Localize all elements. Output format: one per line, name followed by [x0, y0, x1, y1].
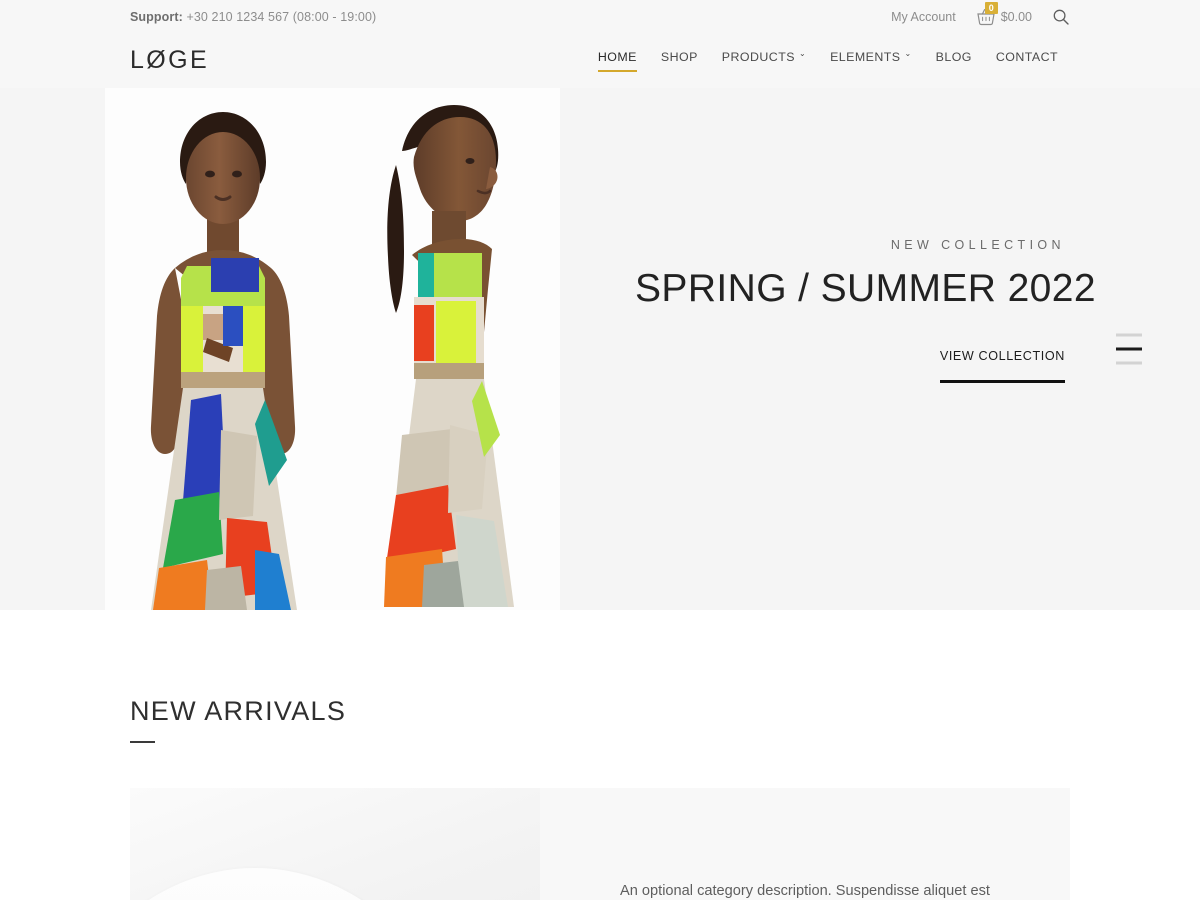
main-navigation: HOME SHOP PRODUCTS ⌄ ELEMENTS ⌄ BLOG CON… [586, 44, 1070, 77]
search-toggle-button[interactable] [1052, 8, 1070, 26]
hero-title: SPRING / SUMMER 2022 [635, 267, 1096, 310]
nav-label: CONTACT [995, 50, 1058, 64]
hero-eyebrow: NEW COLLECTION [890, 238, 1065, 252]
slider-pagination [1116, 333, 1142, 365]
slider-dot-2[interactable] [1116, 347, 1142, 351]
category-image[interactable] [130, 788, 540, 900]
cart-count-badge: 0 [984, 1, 998, 14]
hero-slider: NEW COLLECTION SPRING / SUMMER 2022 VIEW… [0, 88, 1200, 610]
cart-link[interactable]: 0 $0.00 [976, 1, 1032, 26]
top-bar-actions: My Account 0 $0.00 [891, 1, 1070, 26]
category-description: An optional category description. Suspen… [620, 883, 990, 899]
nav-item-elements[interactable]: ELEMENTS ⌄ [818, 44, 924, 77]
nav-label: ELEMENTS [830, 50, 901, 64]
slider-dot-1[interactable] [1116, 333, 1142, 337]
nav-label: PRODUCTS [721, 50, 795, 64]
search-icon [1052, 9, 1070, 29]
my-account-link[interactable]: My Account [891, 10, 956, 24]
section-title-rule [130, 741, 155, 743]
slider-dot-3[interactable] [1116, 361, 1142, 365]
support-info: Support: +30 210 1234 567 (08:00 - 19:00… [130, 10, 376, 24]
top-bar-inner: Support: +30 210 1234 567 (08:00 - 19:00… [130, 0, 1070, 33]
nav-item-products[interactable]: PRODUCTS ⌄ [710, 44, 818, 77]
nav-label: SHOP [660, 50, 698, 64]
site-logo[interactable]: LØGE [130, 48, 209, 73]
chevron-down-icon: ⌄ [904, 49, 912, 58]
site-header: LØGE HOME SHOP PRODUCTS ⌄ ELEMENTS ⌄ BLO… [0, 33, 1200, 88]
shopping-basket-icon: 0 [976, 1, 998, 26]
model-front-illustration [150, 112, 297, 610]
category-row: An optional category description. Suspen… [130, 788, 1070, 900]
view-collection-button[interactable]: VIEW COLLECTION [939, 349, 1065, 383]
category-body: An optional category description. Suspen… [540, 788, 1070, 900]
hero-text-block: NEW COLLECTION SPRING / SUMMER 2022 VIEW… [635, 238, 1096, 383]
support-phone: +30 210 1234 567 (08:00 - 19:00) [182, 9, 377, 24]
nav-item-shop[interactable]: SHOP [649, 44, 710, 77]
hero-models-image [105, 88, 560, 610]
support-label: Support: [130, 9, 183, 24]
site-header-inner: LØGE HOME SHOP PRODUCTS ⌄ ELEMENTS ⌄ BLO… [130, 44, 1070, 77]
chevron-down-icon: ⌄ [798, 49, 807, 58]
nav-label: HOME [597, 50, 637, 64]
nav-label: BLOG [935, 50, 972, 64]
new-arrivals-inner: NEW ARRIVALS An optional category descri… [130, 698, 1070, 900]
nav-item-home[interactable]: HOME [586, 44, 649, 77]
nav-item-contact[interactable]: CONTACT [984, 44, 1070, 77]
top-bar: Support: +30 210 1234 567 (08:00 - 19:00… [0, 0, 1200, 33]
cart-total: $0.00 [1000, 9, 1032, 24]
new-arrivals-section: NEW ARRIVALS An optional category descri… [0, 610, 1200, 900]
section-title: NEW ARRIVALS [130, 696, 347, 726]
model-profile-illustration [384, 105, 514, 607]
nav-item-blog[interactable]: BLOG [924, 44, 984, 77]
